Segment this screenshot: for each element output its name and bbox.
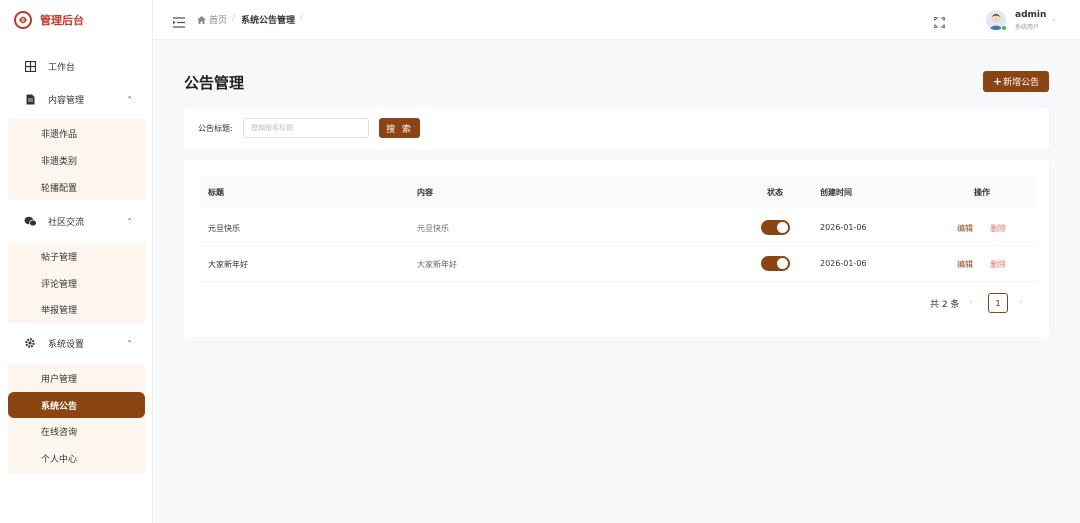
user-name[interactable]: admin	[1015, 10, 1046, 20]
chevron-right-icon[interactable]: ›	[1019, 297, 1023, 307]
status-toggle[interactable]	[761, 220, 790, 235]
breadcrumb-home[interactable]: 首页	[197, 13, 227, 26]
breadcrumb-home-label: 首页	[209, 16, 228, 26]
sidebar-group-community[interactable]: 社区交流 ⌃	[8, 208, 145, 234]
sidebar-item-reports[interactable]: 举报管理	[8, 297, 145, 321]
sidebar-item-posts[interactable]: 帖子管理	[8, 244, 145, 268]
logo-icon	[14, 11, 32, 29]
column-header-created: 创建时间	[820, 188, 852, 197]
toggle-knob	[777, 258, 788, 269]
page-title: 公告管理	[184, 74, 245, 92]
column-header-title: 标题	[208, 188, 224, 197]
delete-button[interactable]: 删除	[990, 259, 1006, 270]
column-header-status: 状态	[767, 188, 783, 197]
chevron-up-icon: ⌃	[126, 94, 133, 104]
sidebar-item-dashboard[interactable]: 工作台	[8, 53, 145, 79]
edit-button[interactable]: 编辑	[957, 259, 973, 270]
sidebar-item-users[interactable]: 用户管理	[8, 366, 145, 390]
sidebar-item-heritage-works[interactable]: 非遗作品	[8, 121, 145, 145]
cell-title: 元旦快乐	[208, 224, 240, 233]
sidebar-group-content[interactable]: 内容管理 ⌃	[8, 86, 145, 112]
home-icon	[197, 15, 206, 24]
sidebar-item-profile[interactable]: 个人中心	[8, 446, 145, 470]
chevron-left-icon[interactable]: ‹	[969, 297, 973, 307]
column-header-content: 内容	[417, 188, 433, 197]
document-icon	[20, 94, 40, 105]
column-header-actions: 操作	[974, 188, 990, 197]
table-header: 标题 内容 状态 创建时间 操作	[200, 175, 1035, 208]
breadcrumb-current: 系统公告管理	[241, 16, 296, 26]
sidebar-group-label: 系统设置	[48, 339, 85, 350]
cell-created: 2026-01-06	[820, 259, 867, 268]
sidebar-item-comments[interactable]: 评论管理	[8, 271, 145, 295]
top-header: 首页 / 系统公告管理 / admin 系统用户 ⌄	[153, 0, 1080, 40]
cell-created: 2026-01-06	[820, 223, 867, 232]
gear-icon	[20, 337, 40, 349]
grid-icon	[20, 60, 40, 72]
edit-button[interactable]: 编辑	[957, 223, 973, 234]
sidebar-item-announcements[interactable]: 系统公告	[8, 392, 145, 418]
search-label: 公告标题:	[198, 124, 233, 133]
user-role: 系统用户	[1015, 24, 1040, 31]
table-row: 大家新年好 大家新年好 2026-01-06 编辑 删除	[200, 246, 1035, 282]
chat-icon	[20, 216, 40, 227]
sidebar-item-heritage-categories[interactable]: 非遗类别	[8, 148, 145, 172]
sidebar-item-label: 工作台	[48, 62, 76, 73]
table-row: 元旦快乐 元旦快乐 2026-01-06 编辑 删除	[200, 210, 1035, 246]
status-toggle[interactable]	[761, 256, 790, 271]
cell-content: 元旦快乐	[417, 224, 449, 233]
logo[interactable]: 管理后台	[0, 0, 152, 40]
plus-icon: +	[992, 75, 1003, 88]
chevron-up-icon: ⌃	[126, 216, 133, 226]
toggle-knob	[777, 222, 788, 233]
sidebar-group-label: 社区交流	[48, 217, 85, 228]
table-card: 标题 内容 状态 创建时间 操作 元旦快乐 元旦快乐 2026-01-06 编辑…	[184, 160, 1049, 337]
sidebar-group-label: 内容管理	[48, 95, 85, 106]
chevron-up-icon: ⌃	[126, 338, 133, 348]
breadcrumb-separator: /	[232, 13, 236, 23]
cell-title: 大家新年好	[208, 260, 248, 269]
breadcrumb-tail-separator: /	[300, 13, 303, 22]
pagination-total: 共 2 条	[930, 300, 960, 310]
chevron-down-icon[interactable]: ⌄	[1051, 15, 1057, 23]
search-input[interactable]	[243, 118, 369, 138]
pagination-page[interactable]: 1	[988, 293, 1008, 313]
add-announcement-label: 新增公告	[1003, 78, 1040, 88]
online-status-dot	[1001, 25, 1007, 31]
search-card: 公告标题: 搜 索	[184, 108, 1049, 149]
sidebar-item-consultation[interactable]: 在线咨询	[8, 419, 145, 443]
delete-button[interactable]: 删除	[990, 223, 1006, 234]
add-announcement-button[interactable]: + 新增公告	[983, 71, 1049, 92]
sidebar-group-settings[interactable]: 系统设置 ⌃	[8, 330, 145, 356]
cell-content: 大家新年好	[417, 260, 457, 269]
app-title: 管理后台	[40, 14, 84, 27]
sidebar-item-carousel-config[interactable]: 轮播配置	[8, 175, 145, 199]
search-button[interactable]: 搜 索	[379, 118, 420, 138]
hamburger-icon[interactable]	[173, 13, 187, 28]
fullscreen-icon[interactable]	[934, 13, 946, 28]
